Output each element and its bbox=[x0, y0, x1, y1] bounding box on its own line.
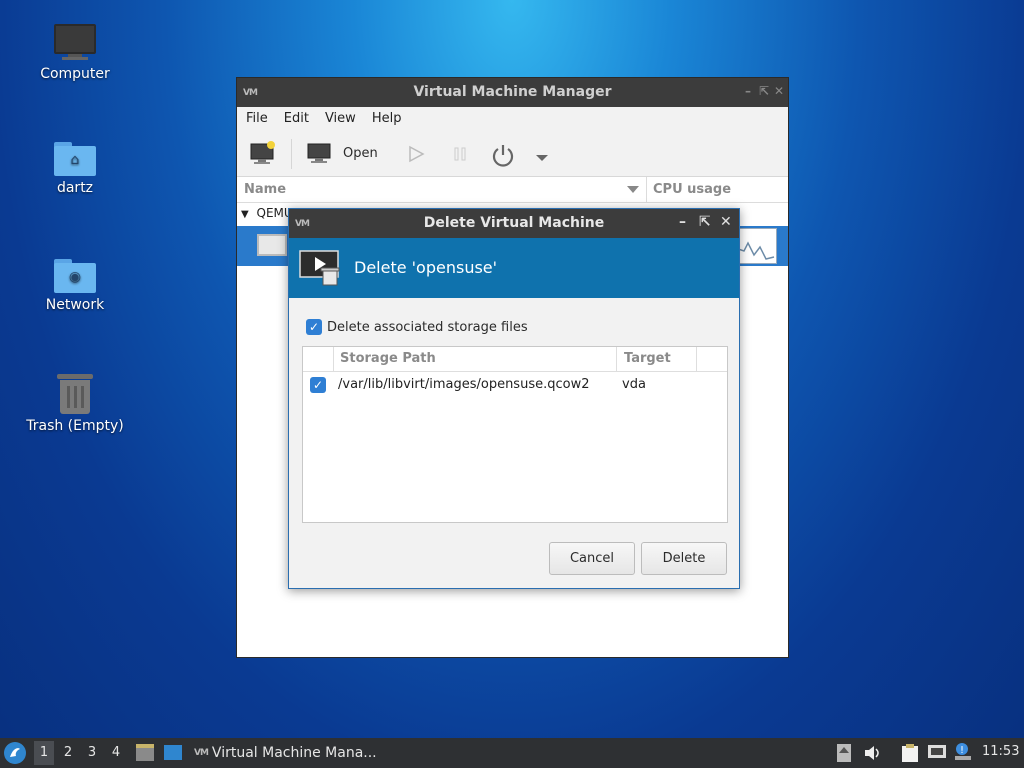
svg-text:!: ! bbox=[960, 745, 964, 756]
show-desktop-button[interactable] bbox=[163, 744, 183, 766]
desktop-icon bbox=[164, 745, 182, 760]
desktop-icon-label: Computer bbox=[40, 66, 110, 82]
expander-icon: ▼ bbox=[241, 209, 249, 220]
tray-clipboard[interactable] bbox=[901, 743, 919, 767]
column-cpu[interactable]: CPU usage bbox=[653, 182, 731, 197]
desktop-icon-label: Trash (Empty) bbox=[26, 418, 124, 434]
chevron-down-icon bbox=[536, 155, 548, 161]
desktop-icon-home[interactable]: ⌂ dartz bbox=[20, 140, 130, 196]
maximize-icon[interactable]: ⇱ bbox=[759, 84, 769, 98]
file-manager-icon bbox=[136, 744, 154, 761]
storage-list: Storage Path Target ✓ /var/lib/libvirt/i… bbox=[302, 346, 728, 523]
desktop-icon-trash[interactable]: Trash (Empty) bbox=[20, 372, 130, 434]
desktop-icon-label: dartz bbox=[56, 180, 94, 196]
dialog-banner-text: Delete 'opensuse' bbox=[354, 258, 498, 277]
toolbar: Open bbox=[237, 131, 788, 177]
delete-button[interactable]: Delete bbox=[641, 542, 727, 575]
menu-edit[interactable]: Edit bbox=[284, 111, 309, 131]
open-button[interactable]: Open bbox=[307, 142, 378, 164]
run-button[interactable] bbox=[407, 145, 425, 167]
cpu-graph bbox=[737, 228, 777, 264]
volume-icon bbox=[865, 746, 879, 760]
delete-vm-dialog: VM Delete Virtual Machine – ⇱ ✕ Delete '… bbox=[288, 208, 740, 589]
network-folder-icon: ◉ bbox=[54, 257, 96, 293]
vm-list-header: Name CPU usage bbox=[237, 177, 788, 203]
tray-notifications[interactable]: ! bbox=[954, 742, 972, 766]
clock[interactable]: 11:53 bbox=[982, 744, 1019, 759]
computer-icon bbox=[54, 24, 96, 62]
vm-icon bbox=[257, 234, 287, 256]
desktop-icon-network[interactable]: ◉ Network bbox=[20, 257, 130, 313]
maximize-icon[interactable]: ⇱ bbox=[699, 214, 711, 230]
tray-network[interactable] bbox=[927, 744, 947, 766]
trash-icon bbox=[57, 372, 93, 414]
open-label: Open bbox=[343, 145, 378, 161]
cancel-button[interactable]: Cancel bbox=[549, 542, 635, 575]
storage-list-header: Storage Path Target bbox=[303, 347, 727, 372]
menubar: File Edit View Help bbox=[237, 107, 788, 131]
taskbar: 1 2 3 4 VM Virtual Machine Mana... ! 11:… bbox=[0, 738, 1024, 768]
vmm-window-title: Virtual Machine Manager bbox=[413, 84, 612, 100]
column-target[interactable]: Target bbox=[624, 351, 671, 366]
monitor-icon bbox=[307, 143, 331, 163]
task-label: Virtual Machine Mana... bbox=[211, 745, 377, 761]
delete-storage-checkbox[interactable]: ✓ bbox=[306, 319, 322, 335]
connection-group[interactable]: ▼ QEMU bbox=[241, 206, 293, 220]
sort-arrow-icon bbox=[627, 186, 639, 193]
file-manager-launcher[interactable] bbox=[135, 743, 155, 767]
close-icon[interactable]: ✕ bbox=[720, 214, 732, 230]
delete-storage-label: Delete associated storage files bbox=[327, 319, 528, 335]
menu-file[interactable]: File bbox=[246, 111, 268, 131]
network-icon bbox=[928, 745, 946, 758]
minimize-icon[interactable]: – bbox=[745, 84, 751, 98]
workspace-1[interactable]: 1 bbox=[34, 741, 54, 765]
task-app-icon: VM bbox=[194, 748, 209, 758]
close-icon[interactable]: ✕ bbox=[774, 84, 784, 98]
start-menu-button[interactable] bbox=[4, 742, 26, 764]
vmm-titlebar[interactable]: VM Virtual Machine Manager – ⇱ ✕ bbox=[237, 78, 788, 107]
update-icon bbox=[837, 744, 851, 762]
storage-row-checkbox[interactable]: ✓ bbox=[310, 377, 326, 393]
pause-icon bbox=[454, 147, 466, 161]
storage-row[interactable]: ✓ /var/lib/libvirt/images/opensuse.qcow2… bbox=[303, 373, 727, 397]
menu-help[interactable]: Help bbox=[372, 111, 402, 131]
vm-delete-icon bbox=[299, 250, 340, 286]
notification-icon: ! bbox=[955, 743, 971, 760]
column-storage-path[interactable]: Storage Path bbox=[340, 351, 436, 366]
menu-view[interactable]: View bbox=[325, 111, 356, 131]
desktop-icon-label: Network bbox=[45, 297, 105, 313]
storage-target: vda bbox=[622, 377, 646, 392]
dialog-titlebar[interactable]: VM Delete Virtual Machine – ⇱ ✕ bbox=[289, 209, 739, 238]
play-icon bbox=[409, 145, 425, 163]
desktop-icon-computer[interactable]: Computer bbox=[20, 24, 130, 82]
shutdown-button[interactable] bbox=[491, 143, 515, 171]
column-name[interactable]: Name bbox=[244, 182, 286, 197]
new-vm-button[interactable] bbox=[250, 141, 276, 169]
power-icon bbox=[492, 145, 514, 167]
new-vm-icon bbox=[250, 141, 275, 164]
clipboard-icon bbox=[902, 744, 918, 762]
taskbar-task-vmm[interactable]: VM Virtual Machine Mana... bbox=[194, 738, 377, 768]
workspace-2[interactable]: 2 bbox=[58, 745, 78, 760]
pause-button[interactable] bbox=[451, 145, 469, 167]
workspace-3[interactable]: 3 bbox=[82, 745, 102, 760]
workspace-4[interactable]: 4 bbox=[106, 745, 126, 760]
dialog-banner: Delete 'opensuse' bbox=[289, 238, 739, 298]
minimize-icon[interactable]: – bbox=[679, 214, 686, 230]
home-folder-icon: ⌂ bbox=[54, 140, 96, 176]
delete-storage-option[interactable]: ✓ Delete associated storage files bbox=[306, 319, 528, 335]
shutdown-menu-button[interactable] bbox=[535, 151, 549, 166]
tray-updates[interactable] bbox=[836, 743, 852, 767]
dialog-title: Delete Virtual Machine bbox=[423, 215, 605, 231]
storage-path: /var/lib/libvirt/images/opensuse.qcow2 bbox=[338, 377, 590, 392]
tray-volume[interactable] bbox=[864, 745, 882, 765]
app-menu-icon bbox=[10, 748, 20, 757]
